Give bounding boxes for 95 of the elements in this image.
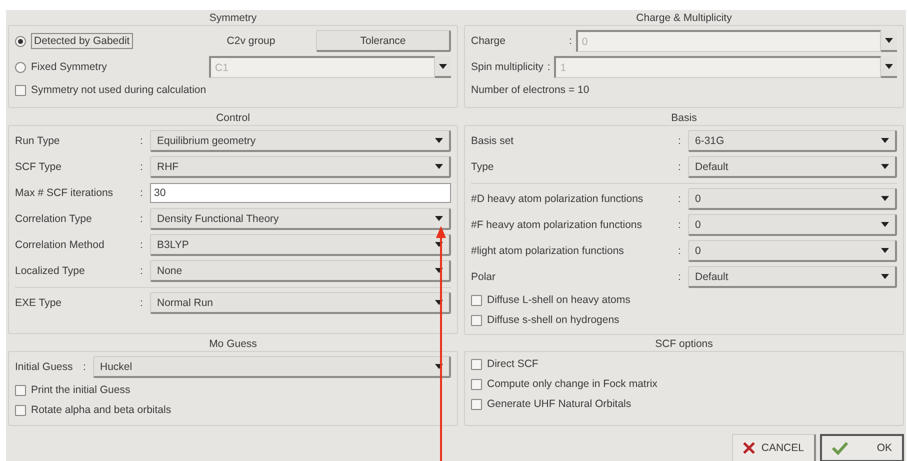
- field-label: Charge: [471, 35, 506, 47]
- colon-separator: :: [678, 193, 682, 205]
- colon-separator: :: [678, 219, 682, 231]
- cancel-button[interactable]: CANCEL: [732, 434, 816, 461]
- dropdown[interactable]: None: [150, 260, 451, 282]
- caret-icon: [881, 196, 889, 201]
- colon-separator: :: [140, 239, 144, 251]
- colon-separator: :: [678, 271, 682, 283]
- checkbox-label: Generate UHF Natural Orbitals: [487, 398, 632, 410]
- caret-icon: [435, 138, 443, 143]
- radio-label: Detected by Gabedit: [31, 33, 133, 49]
- caret-icon: [881, 222, 889, 227]
- field-label: #D heavy atom polarization functions: [471, 193, 644, 205]
- dropdown[interactable]: 6-31G: [688, 130, 897, 152]
- group-title: Symmetry: [209, 12, 257, 25]
- dropdown[interactable]: Default: [688, 156, 897, 178]
- colon-separator: :: [83, 361, 87, 373]
- caret-icon: [435, 242, 443, 247]
- checkbox-label: Symmetry not used during calculation: [31, 84, 206, 96]
- field-label: Correlation Method: [15, 239, 106, 251]
- dropdown[interactable]: 0: [688, 188, 897, 210]
- ok-button[interactable]: OK: [820, 434, 904, 461]
- check-icon: [832, 441, 848, 455]
- dropdown[interactable]: 0: [688, 240, 897, 262]
- caret-icon: [439, 64, 447, 68]
- checkbox[interactable]: [15, 404, 26, 416]
- checkbox[interactable]: [471, 314, 482, 326]
- dropdown[interactable]: Equilibrium geometry: [150, 130, 451, 152]
- radio-label: Fixed Symmetry: [31, 61, 107, 73]
- colon-separator: :: [140, 187, 144, 199]
- group-title: Control: [216, 112, 250, 125]
- dropdown[interactable]: Density Functional Theory: [150, 208, 451, 230]
- colon-separator: :: [547, 61, 550, 73]
- dropdown[interactable]: RHF: [150, 156, 451, 178]
- field-label: Correlation Type: [15, 213, 93, 225]
- caret-icon: [881, 138, 889, 143]
- checkbox[interactable]: [15, 384, 26, 396]
- field-label: Max # SCF iterations: [15, 187, 114, 199]
- caret-icon: [435, 268, 443, 273]
- checkbox[interactable]: [471, 294, 482, 306]
- field-label: Type: [471, 161, 495, 173]
- dropdown[interactable]: B3LYP: [150, 234, 451, 256]
- radio-button[interactable]: [15, 62, 26, 72]
- colon-separator: :: [140, 135, 144, 147]
- caret-icon: [881, 164, 889, 169]
- caret-icon: [881, 248, 889, 253]
- dropdown[interactable]: Normal Run: [150, 292, 451, 314]
- field-label: #light atom polarization functions: [471, 245, 625, 257]
- colon-separator: :: [678, 161, 682, 173]
- checkbox[interactable]: [471, 398, 482, 410]
- cross-icon: [743, 442, 755, 454]
- electron-count: Number of electrons = 10: [471, 84, 590, 96]
- checkbox-label: Print the initial Guess: [31, 384, 130, 396]
- checkbox[interactable]: [471, 358, 482, 370]
- checkbox[interactable]: [471, 378, 482, 390]
- caret-icon: [881, 274, 889, 279]
- tolerance-button[interactable]: Tolerance: [316, 30, 451, 52]
- group-title: Mo Guess: [209, 338, 257, 351]
- caret-icon: [435, 300, 443, 305]
- dropdown[interactable]: Huckel: [93, 356, 451, 378]
- checkbox-label: Direct SCF: [487, 358, 538, 370]
- group-title: Basis: [671, 112, 697, 125]
- checkbox-label: Diffuse L-shell on heavy atoms: [487, 294, 630, 306]
- radio-button[interactable]: [15, 36, 26, 46]
- colon-separator: :: [140, 265, 144, 277]
- input-field[interactable]: 30: [150, 183, 451, 203]
- field-label: Basis set: [471, 135, 515, 147]
- checkbox[interactable]: [15, 84, 26, 96]
- field-label: Run Type: [15, 135, 61, 147]
- field-label: SCF Type: [15, 161, 62, 173]
- field-label: Polar: [471, 271, 497, 283]
- group-title: Charge & Multiplicity: [636, 12, 732, 25]
- colon-separator: :: [140, 213, 144, 225]
- colon-separator: :: [678, 135, 682, 147]
- colon-separator: :: [140, 297, 144, 309]
- caret-icon: [435, 216, 443, 221]
- colon-separator: :: [678, 245, 682, 257]
- symmetry-group-label: C2v group: [226, 35, 276, 47]
- field-label: Initial Guess: [15, 361, 74, 373]
- caret-icon: [435, 164, 443, 169]
- caret-icon: [435, 364, 443, 369]
- colon-separator: :: [140, 161, 144, 173]
- field-label: EXE Type: [15, 297, 63, 309]
- checkbox-label: Compute only change in Fock matrix: [487, 378, 658, 390]
- checkbox-label: Diffuse s-shell on hydrogens: [487, 314, 620, 326]
- field-label: #F heavy atom polarization functions: [471, 219, 644, 231]
- field-label: Localized Type: [15, 265, 86, 277]
- dropdown[interactable]: 0: [688, 214, 897, 236]
- checkbox-label: Rotate alpha and beta orbitals: [31, 404, 172, 416]
- group-title: SCF options: [655, 338, 713, 351]
- caret-icon: [885, 64, 893, 68]
- caret-icon: [885, 38, 893, 42]
- field-label: Spin multiplicity: [471, 61, 544, 73]
- colon-separator: :: [569, 35, 572, 47]
- dropdown[interactable]: Default: [688, 266, 897, 288]
